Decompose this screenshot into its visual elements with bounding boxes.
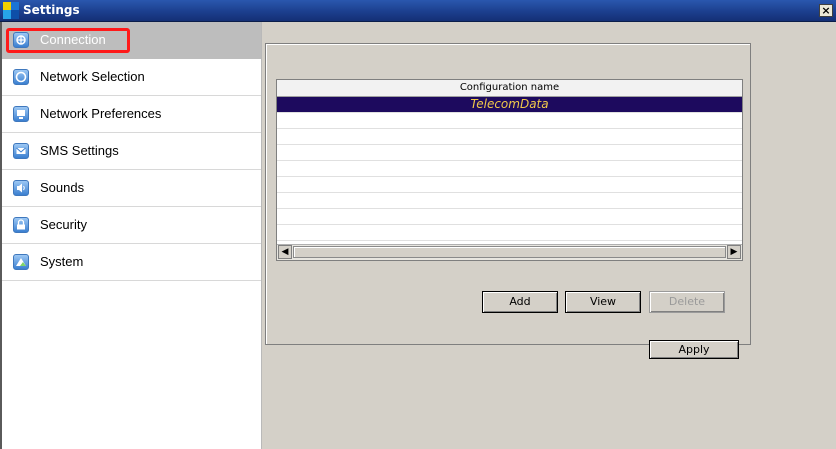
sidebar-item-sms-settings[interactable]: SMS Settings [2, 133, 261, 170]
window-title: Settings [23, 3, 80, 17]
apply-button[interactable]: Apply [649, 340, 739, 359]
title-bar[interactable]: Settings × [0, 0, 836, 22]
delete-button[interactable]: Delete [649, 291, 725, 313]
sidebar-item-network-preferences[interactable]: Network Preferences [2, 96, 261, 133]
connection-group-box: Configuration name TelecomData ◀ ▶ Add V… [265, 43, 751, 345]
speaker-icon [13, 180, 29, 196]
sidebar-item-label: Sounds [40, 180, 85, 195]
close-button[interactable]: × [819, 4, 833, 17]
table-row[interactable] [277, 209, 742, 225]
sidebar-item-label: System [40, 254, 84, 269]
app-logo-icon [3, 2, 19, 19]
table-row[interactable] [277, 145, 742, 161]
table-row[interactable] [277, 129, 742, 145]
scroll-right-arrow-icon[interactable]: ▶ [727, 245, 741, 259]
table-row[interactable] [277, 113, 742, 129]
horizontal-scrollbar[interactable]: ◀ ▶ [277, 244, 742, 260]
column-header-configuration-name[interactable]: Configuration name [277, 80, 742, 97]
sms-icon [13, 143, 29, 159]
table-row[interactable] [277, 177, 742, 193]
sidebar-item-label: Security [40, 217, 87, 232]
system-icon [13, 254, 29, 270]
scroll-left-arrow-icon[interactable]: ◀ [278, 245, 292, 259]
scrollbar-thumb[interactable] [293, 246, 726, 258]
settings-sidebar: Connection Network Selection Network Pre… [0, 22, 262, 449]
configuration-list[interactable]: Configuration name TelecomData ◀ ▶ [276, 79, 743, 261]
sidebar-item-security[interactable]: Security [2, 207, 261, 244]
network-preferences-icon [13, 106, 29, 122]
sidebar-item-label: Network Selection [40, 69, 145, 84]
sidebar-item-network-selection[interactable]: Network Selection [2, 59, 261, 96]
settings-content-panel: Configuration name TelecomData ◀ ▶ Add V… [262, 22, 836, 449]
table-row[interactable] [277, 161, 742, 177]
table-row[interactable] [277, 193, 742, 209]
sidebar-item-label: Network Preferences [40, 106, 162, 121]
selection-highlight-ring [6, 28, 130, 53]
network-selection-icon [13, 69, 29, 85]
sidebar-item-label: SMS Settings [40, 143, 119, 158]
sidebar-item-system[interactable]: System [2, 244, 261, 281]
view-button[interactable]: View [565, 291, 641, 313]
table-row[interactable]: TelecomData [277, 97, 742, 113]
sidebar-item-sounds[interactable]: Sounds [2, 170, 261, 207]
sidebar-item-connection[interactable]: Connection [2, 22, 261, 59]
table-row[interactable] [277, 225, 742, 241]
add-button[interactable]: Add [482, 291, 558, 313]
lock-icon [13, 217, 29, 233]
